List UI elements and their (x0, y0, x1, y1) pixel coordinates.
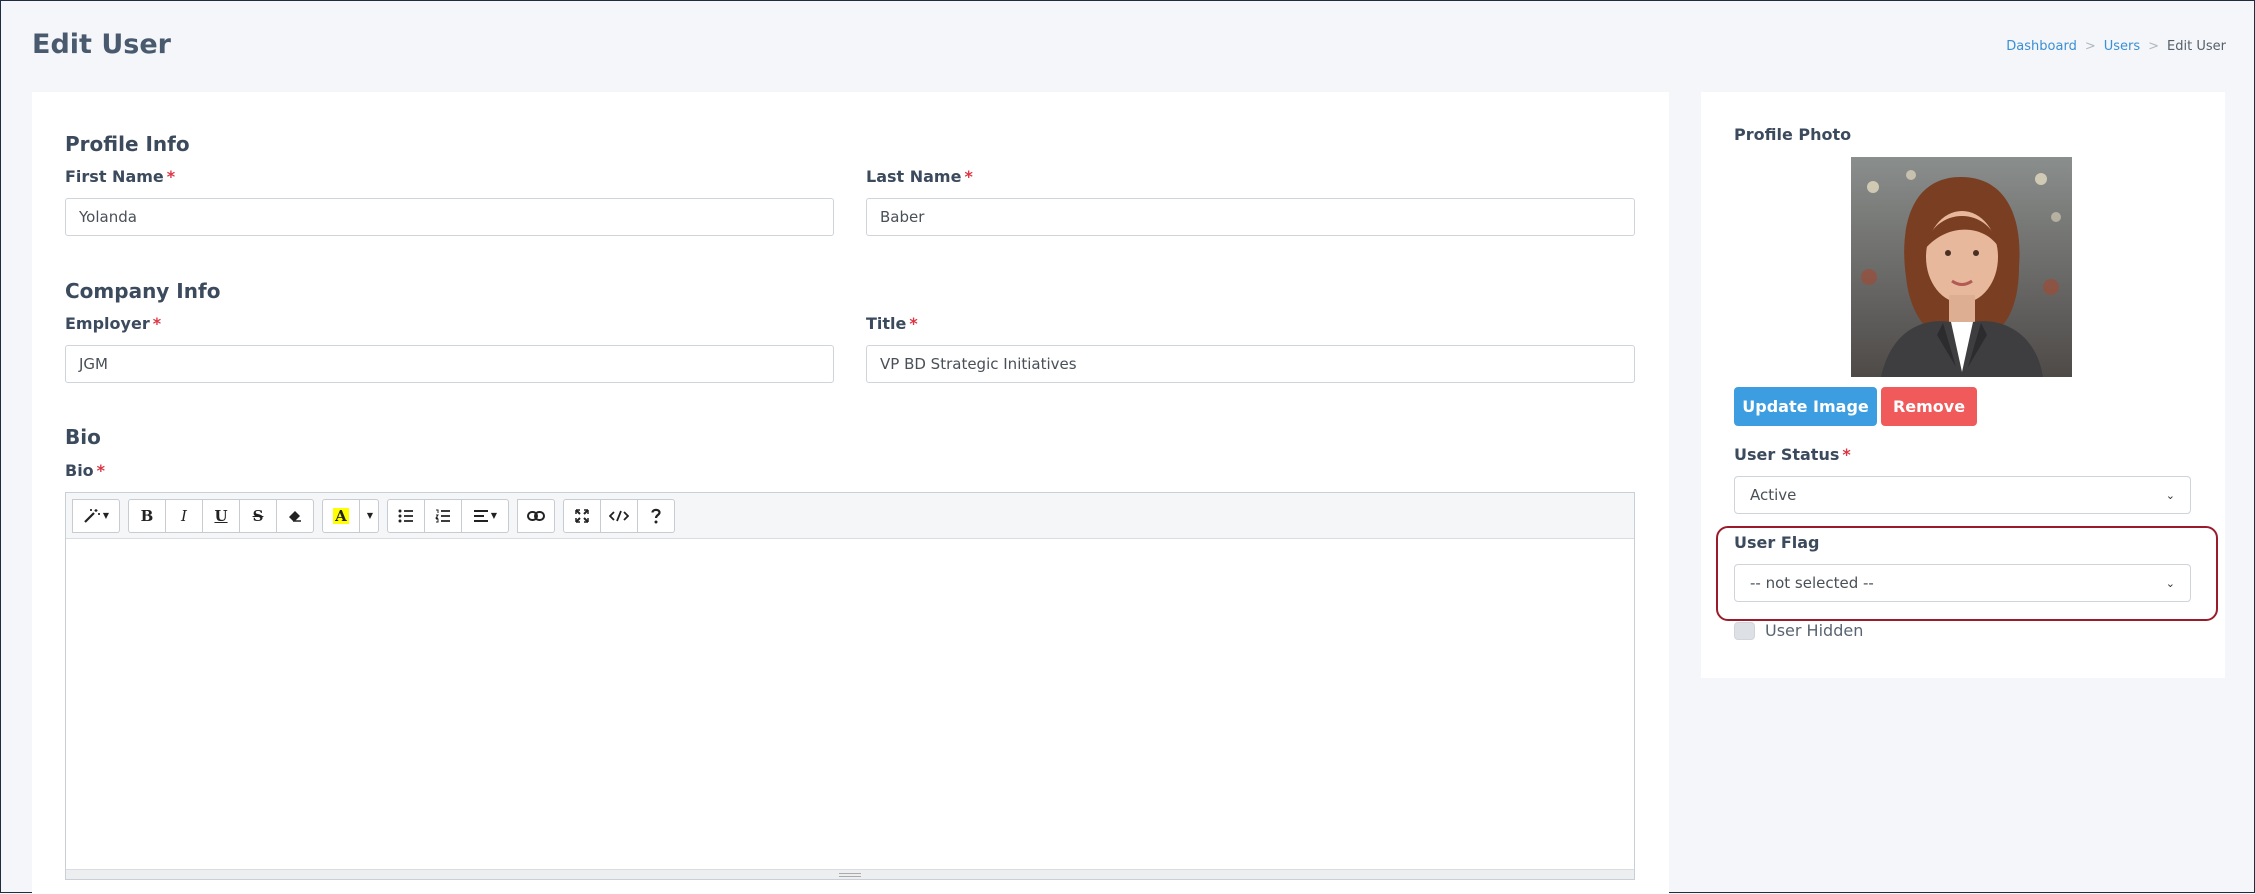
user-flag-value: -- not selected -- (1750, 574, 1874, 592)
user-status-select[interactable]: Active ⌄ (1734, 476, 2191, 514)
insert-link-button[interactable] (517, 498, 555, 533)
bio-label-text: Bio (65, 461, 94, 480)
strikethrough-button[interactable]: S (239, 498, 277, 533)
bio-rich-text-editor: ▼ B I U S A ▼ ▼ (65, 492, 1635, 880)
bold-button[interactable]: B (128, 498, 166, 533)
ordered-list-button[interactable] (424, 498, 462, 533)
breadcrumb-users[interactable]: Users (2104, 39, 2140, 54)
required-marker: * (964, 167, 973, 186)
highlight-icon: A (333, 506, 349, 525)
unordered-list-button[interactable] (387, 498, 425, 533)
help-icon (651, 508, 661, 523)
fullscreen-icon (575, 508, 589, 523)
last-name-input[interactable]: Baber (866, 198, 1635, 236)
user-hidden-label[interactable]: User Hidden (1765, 621, 1863, 640)
breadcrumb-separator: > (2148, 39, 2160, 54)
font-group: B I U S (128, 498, 314, 533)
first-name-label-text: First Name (65, 167, 164, 186)
chevron-down-icon: ⌄ (2165, 488, 2175, 502)
link-icon (527, 510, 545, 521)
strikethrough-icon: S (252, 506, 264, 525)
code-icon (609, 510, 629, 521)
breadcrumb-separator: > (2084, 39, 2096, 54)
title-label-text: Title (866, 314, 907, 333)
grip-icon (839, 872, 861, 877)
editor-resize-handle[interactable] (66, 869, 1634, 879)
user-hidden-checkbox[interactable] (1734, 621, 1755, 640)
required-marker: * (96, 461, 106, 480)
underline-icon: U (214, 506, 228, 525)
profile-info-heading: Profile Info (65, 132, 190, 156)
title-label: Title * (866, 314, 918, 333)
magic-icon (84, 508, 100, 523)
first-name-input[interactable]: Yolanda (65, 198, 834, 236)
breadcrumb-current: Edit User (2167, 39, 2226, 54)
help-button[interactable] (637, 498, 675, 533)
required-marker: * (909, 314, 918, 333)
italic-icon: I (181, 506, 187, 525)
user-flag-label: User Flag (1734, 533, 1820, 552)
required-marker: * (1842, 445, 1851, 464)
color-dropdown-button[interactable]: ▼ (359, 498, 379, 533)
breadcrumb: Dashboard > Users > Edit User (2006, 39, 2226, 54)
title-input[interactable]: VP BD Strategic Initiatives (866, 345, 1635, 383)
caret-icon: ▼ (490, 511, 498, 520)
bio-heading: Bio (65, 425, 101, 449)
bio-label: Bio * (65, 461, 105, 480)
employer-label-text: Employer (65, 314, 150, 333)
underline-button[interactable]: U (202, 498, 240, 533)
bold-icon: B (140, 506, 154, 525)
chevron-down-icon: ⌄ (2165, 576, 2175, 590)
remove-image-button[interactable]: Remove (1881, 387, 1977, 426)
company-info-heading: Company Info (65, 279, 221, 303)
list-unordered-icon (398, 509, 413, 522)
list-ordered-icon (435, 509, 450, 522)
first-name-label: First Name * (65, 167, 175, 186)
user-status-label-text: User Status (1734, 445, 1840, 464)
employer-label: Employer * (65, 314, 161, 333)
page-title: Edit User (32, 29, 171, 60)
italic-button[interactable]: I (165, 498, 203, 533)
user-hidden-row: User Hidden (1734, 621, 1863, 640)
editor-toolbar: ▼ B I U S A ▼ ▼ (66, 493, 1634, 539)
profile-photo-image (1851, 157, 2072, 377)
profile-sidebar-card: Profile Photo Update Image Remove User S… (1701, 92, 2225, 678)
code-view-button[interactable] (600, 498, 638, 533)
paragraph-align-button[interactable]: ▼ (461, 498, 509, 533)
eraser-icon (289, 510, 301, 522)
clear-format-button[interactable] (276, 498, 314, 533)
magic-style-button[interactable]: ▼ (72, 498, 120, 533)
employer-input[interactable]: JGM (65, 345, 834, 383)
caret-icon: ▼ (102, 511, 110, 520)
required-marker: * (152, 314, 162, 333)
view-group (563, 498, 675, 533)
color-group: A ▼ (322, 498, 379, 533)
style-group: ▼ (72, 498, 120, 533)
highlight-color-button[interactable]: A (322, 498, 360, 533)
last-name-label-text: Last Name (866, 167, 962, 186)
user-flag-select[interactable]: -- not selected -- ⌄ (1734, 564, 2191, 602)
breadcrumb-dashboard[interactable]: Dashboard (2006, 39, 2077, 54)
required-marker: * (166, 167, 176, 186)
last-name-label: Last Name * (866, 167, 973, 186)
profile-photo-label: Profile Photo (1734, 125, 1852, 144)
align-icon (473, 509, 488, 522)
caret-icon: ▼ (366, 511, 374, 520)
insert-group (517, 498, 555, 533)
profile-photo (1851, 157, 2072, 377)
fullscreen-button[interactable] (563, 498, 601, 533)
paragraph-group: ▼ (387, 498, 509, 533)
user-status-label: User Status * (1734, 445, 1851, 464)
bio-editor-content[interactable] (66, 539, 1634, 869)
edit-user-form-card: Profile Info First Name * Yolanda Last Na… (32, 92, 1669, 894)
user-status-value: Active (1750, 486, 1797, 504)
update-image-button[interactable]: Update Image (1734, 387, 1877, 426)
